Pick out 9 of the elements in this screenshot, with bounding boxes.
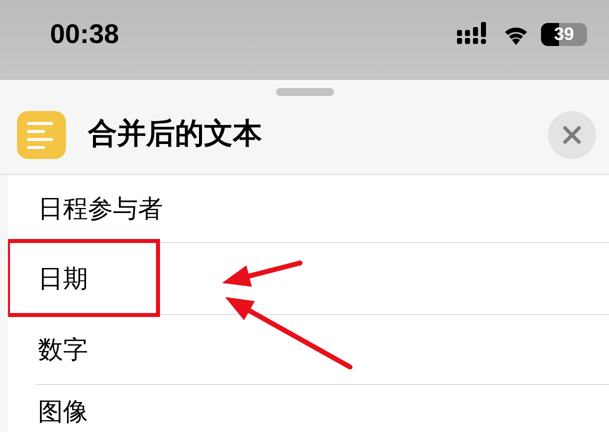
status-time: 00:38 [50,18,120,51]
list-item[interactable]: 日程参与者 [38,194,163,224]
list-item[interactable]: 图像 [38,397,88,427]
close-icon [563,126,581,144]
sheet-title: 合并后的文本 [88,117,263,152]
text-document-icon [17,111,66,159]
list-item[interactable]: 数字 [38,335,88,365]
list-item[interactable]: 日期 [38,264,88,294]
close-button[interactable] [548,111,596,159]
